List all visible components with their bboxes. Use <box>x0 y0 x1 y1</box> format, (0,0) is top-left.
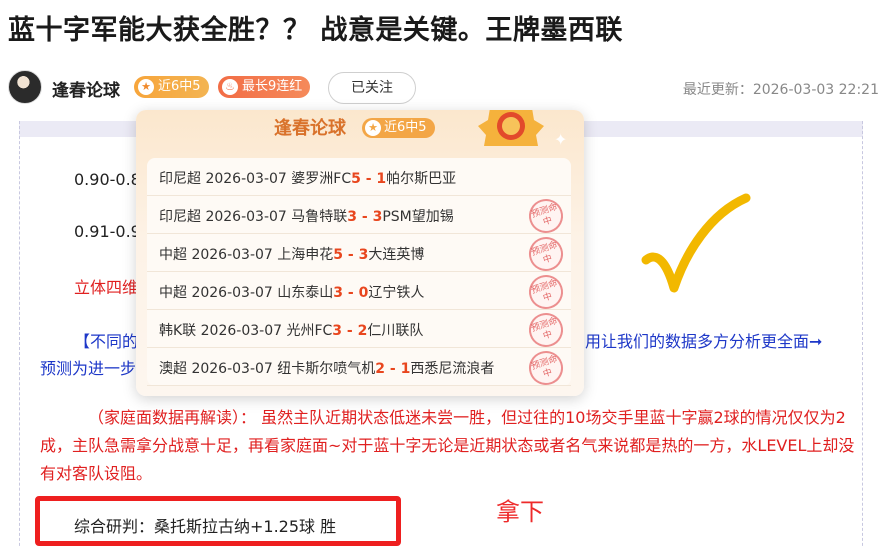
match-home: 光州FC <box>286 323 333 339</box>
prediction-hit-stamp: 预测命中 <box>524 346 568 390</box>
match-home: 马鲁特联 <box>291 209 348 225</box>
popup-record-badge: ★ 近6中5 <box>362 118 435 138</box>
update-label: 最近更新： <box>682 82 753 98</box>
match-row[interactable]: 中超 2026-03-07 山东泰山3 - 0辽宁铁人 预测命中 <box>147 270 571 314</box>
match-home: 婆罗洲FC <box>291 171 352 187</box>
match-text: 印尼超 2026-03-07 婆罗洲FC5 - 1帕尔斯巴亚 <box>159 168 456 188</box>
match-date: 2026-03-07 <box>191 247 273 263</box>
match-home: 纽卡斯尔喷气机 <box>277 361 376 377</box>
match-text: 中超 2026-03-07 上海申花5 - 3大连英博 <box>159 244 424 264</box>
match-home-score: 3 <box>333 285 344 301</box>
match-date: 2026-03-07 <box>191 361 273 377</box>
match-league: 印尼超 <box>159 209 201 225</box>
sparkle-icon: ✦ <box>554 130 568 149</box>
star-icon: ★ <box>138 79 154 95</box>
handwritten-annotation: 拿下 <box>496 498 544 526</box>
match-text: 印尼超 2026-03-07 马鲁特联3 - 3PSM望加锡 <box>159 206 454 226</box>
match-date: 2026-03-07 <box>205 171 287 187</box>
match-away-score: 3 <box>372 209 383 225</box>
match-home-score: 2 <box>375 361 386 377</box>
match-away-score: 1 <box>376 171 387 187</box>
match-away-score: 3 <box>358 247 369 263</box>
match-away-score: 1 <box>400 361 411 377</box>
match-date: 2026-03-07 <box>200 323 283 339</box>
match-sep: - <box>343 285 359 301</box>
match-sep: - <box>357 209 373 225</box>
star-icon: ★ <box>365 120 381 136</box>
follow-button[interactable]: 已关注 <box>328 72 416 104</box>
prediction-hit-stamp: 预测命中 <box>524 308 568 352</box>
recent-record-label: 近6中5 <box>158 79 201 94</box>
popup-author-name: 逢春论球 <box>274 118 346 139</box>
author-bar: 逢春论球 ★ 近6中5 ♨ 最长9连红 已关注 最近更新：2026-03-03 … <box>0 64 881 110</box>
match-text: 韩K联 2026-03-07 光州FC3 - 2仁川联队 <box>159 320 423 340</box>
last-updated: 最近更新：2026-03-03 22:21 <box>683 79 879 99</box>
match-home-score: 3 <box>332 323 343 339</box>
match-away: 西悉尼流浪者 <box>410 361 495 377</box>
match-row[interactable]: 印尼超 2026-03-07 马鲁特联3 - 3PSM望加锡 预测命中 <box>147 194 571 238</box>
match-league: 中超 <box>159 285 187 301</box>
match-home: 山东泰山 <box>277 285 334 301</box>
article-title: 蓝十字军能大获全胜？？ 战意是关键。王牌墨西联 <box>8 15 623 46</box>
match-away: 帕尔斯巴亚 <box>386 171 457 187</box>
match-sep: - <box>385 361 401 377</box>
model-heading: 立体四维 <box>74 278 139 297</box>
analysis-paragraph: （家庭面数据再解读）： 虽然主队近期状态低迷未尝一胜，但过往的10场交手里蓝十字… <box>40 408 855 483</box>
match-text: 中超 2026-03-07 山东泰山3 - 0辽宁铁人 <box>159 282 424 302</box>
match-league: 中超 <box>159 247 187 263</box>
match-home-score: 5 <box>333 247 344 263</box>
match-league: 澳超 <box>159 361 187 377</box>
streak-label: 最长9连红 <box>242 79 303 94</box>
match-text: 澳超 2026-03-07 纽卡斯尔喷气机2 - 1西悉尼流浪者 <box>159 358 494 378</box>
author-hover-card: 逢春论球 ★ 近6中5 ✦ 印尼超 2026-03-07 婆罗洲FC5 - 1帕… <box>136 110 584 396</box>
flame-icon: ♨ <box>222 79 238 95</box>
check-mark-icon <box>641 193 751 293</box>
match-away: PSM望加锡 <box>382 209 454 225</box>
streak-badge: ♨ 最长9连红 <box>218 76 311 98</box>
match-date: 2026-03-07 <box>191 285 273 301</box>
verdict-text: 综合研判：桑托斯拉古纳+1.25球 胜 <box>74 517 337 536</box>
prediction-hit-stamp: 预测命中 <box>524 232 568 276</box>
odds-line-2: 0.91-0.9 <box>74 222 141 241</box>
match-row[interactable]: 韩K联 2026-03-07 光州FC3 - 2仁川联队 预测命中 <box>147 308 571 352</box>
match-home-score: 3 <box>347 209 358 225</box>
match-home-score: 5 <box>351 171 361 187</box>
recent-matches-list: 印尼超 2026-03-07 婆罗洲FC5 - 1帕尔斯巴亚 印尼超 2026-0… <box>147 158 571 390</box>
recent-record-badge: ★ 近6中5 <box>134 76 209 98</box>
promo-text-right[interactable]: 用让我们的数据多方分析更全面➞ <box>585 328 822 352</box>
match-away: 仁川联队 <box>367 323 424 339</box>
match-row[interactable]: 印尼超 2026-03-07 婆罗洲FC5 - 1帕尔斯巴亚 <box>147 158 571 196</box>
medal-icon <box>478 110 544 146</box>
match-away-score: 0 <box>358 285 369 301</box>
match-sep: - <box>360 171 377 187</box>
author-name[interactable]: 逢春论球 <box>52 76 120 101</box>
promo-text-left: 【不同的 <box>74 332 139 351</box>
popup-record-label: 近6中5 <box>384 120 427 135</box>
avatar[interactable] <box>8 70 42 104</box>
match-away: 大连英博 <box>368 247 425 263</box>
prediction-hit-stamp: 预测命中 <box>524 270 568 314</box>
match-date: 2026-03-07 <box>205 209 287 225</box>
update-time: 2026-03-03 22:21 <box>752 82 879 98</box>
prediction-hit-stamp: 预测命中 <box>524 194 568 238</box>
match-row[interactable]: 中超 2026-03-07 上海申花5 - 3大连英博 预测命中 <box>147 232 571 276</box>
match-sep: - <box>343 247 359 263</box>
match-league: 印尼超 <box>159 171 201 187</box>
match-row[interactable]: 澳超 2026-03-07 纽卡斯尔喷气机2 - 1西悉尼流浪者 预测命中 <box>147 346 571 390</box>
promo-text-line-2: 预测为进一步 <box>40 359 137 378</box>
match-sep: - <box>342 323 358 339</box>
match-away-score: 2 <box>357 323 368 339</box>
match-away: 辽宁铁人 <box>368 285 425 301</box>
match-league: 韩K联 <box>159 323 197 339</box>
odds-line-1: 0.90-0.8 <box>74 170 141 189</box>
match-home: 上海申花 <box>277 247 334 263</box>
